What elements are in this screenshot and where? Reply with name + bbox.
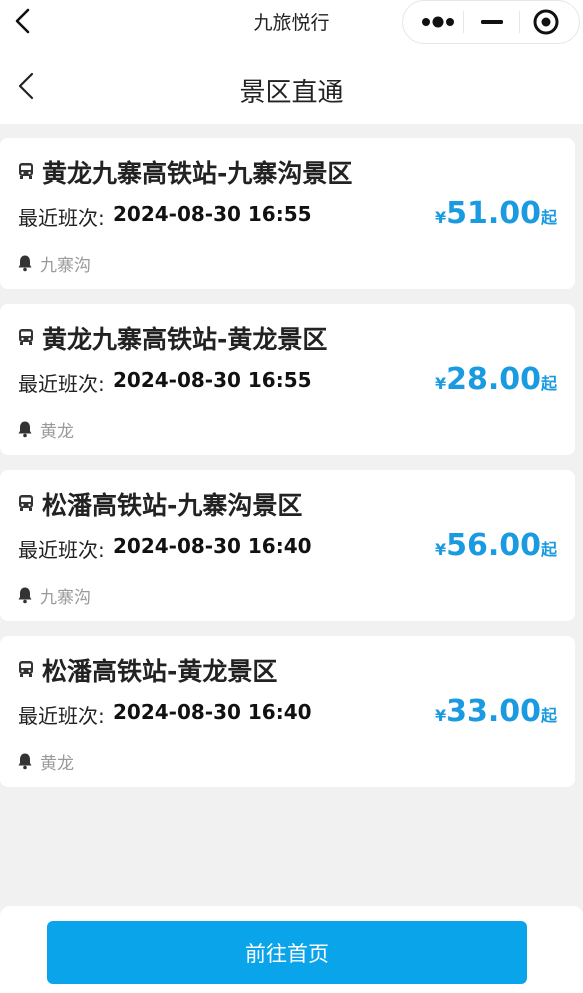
route-card[interactable]: 松潘高铁站-黄龙景区 最近班次: 2024-08-30 16:40 ¥33.00… (0, 636, 575, 787)
bell-icon (18, 421, 32, 438)
bell-icon (18, 753, 32, 770)
route-name: 松潘高铁站-九寨沟景区 (42, 491, 303, 520)
departure-label: 最近班次: (18, 206, 105, 230)
scenic-tag: 黄龙 (40, 754, 74, 774)
price-suffix: 起 (540, 540, 557, 559)
scenic-tag: 黄龙 (40, 422, 74, 442)
price-value: 56.00 (446, 528, 541, 563)
departure-label: 最近班次: (18, 538, 105, 562)
route-name: 黄龙九寨高铁站-九寨沟景区 (42, 159, 353, 188)
currency-symbol: ¥ (434, 706, 447, 725)
route-card[interactable]: 松潘高铁站-九寨沟景区 最近班次: 2024-08-30 16:40 ¥56.0… (0, 470, 575, 621)
route-card[interactable]: 黄龙九寨高铁站-黄龙景区 最近班次: 2024-08-30 16:55 ¥28.… (0, 304, 575, 455)
scenic-tag: 九寨沟 (40, 588, 91, 608)
bell-icon (18, 255, 32, 272)
departure-time: 2024-08-30 16:55 (113, 202, 312, 226)
bottom-bar: 前往首页 (0, 906, 583, 993)
price-suffix: 起 (540, 706, 557, 725)
price-value: 33.00 (446, 694, 541, 729)
bus-icon (19, 495, 33, 511)
mini-program-nav-bar: 九旅悦行 (0, 0, 583, 44)
more-dots-icon (422, 16, 454, 28)
departure-time: 2024-08-30 16:55 (113, 368, 312, 392)
capsule-menu (402, 0, 580, 44)
route-list: 黄龙九寨高铁站-九寨沟景区 最近班次: 2024-08-30 16:55 ¥51… (0, 138, 575, 802)
departure-label: 最近班次: (18, 704, 105, 728)
currency-symbol: ¥ (434, 374, 447, 393)
price-suffix: 起 (540, 374, 557, 393)
bus-icon (19, 661, 33, 677)
departure-time: 2024-08-30 16:40 (113, 700, 312, 724)
route-name: 黄龙九寨高铁站-黄龙景区 (42, 325, 328, 354)
go-home-button[interactable]: 前往首页 (47, 921, 527, 984)
currency-symbol: ¥ (434, 540, 447, 559)
bus-icon (19, 329, 33, 345)
page-header: 景区直通 (0, 44, 583, 124)
scenic-tag: 九寨沟 (40, 256, 91, 276)
price-suffix: 起 (540, 208, 557, 227)
close-target-icon (533, 9, 559, 35)
route-price: ¥28.00起 (435, 362, 557, 397)
minimize-button[interactable] (465, 1, 523, 43)
capsule-divider (463, 11, 464, 33)
route-price: ¥51.00起 (435, 196, 557, 231)
currency-symbol: ¥ (434, 208, 447, 227)
page-title: 景区直通 (239, 78, 344, 108)
route-card[interactable]: 黄龙九寨高铁站-九寨沟景区 最近班次: 2024-08-30 16:55 ¥51… (0, 138, 575, 289)
route-price: ¥56.00起 (435, 528, 557, 563)
close-button[interactable] (519, 1, 577, 43)
departure-time: 2024-08-30 16:40 (113, 534, 312, 558)
bus-icon (19, 163, 33, 179)
price-value: 28.00 (446, 362, 541, 397)
route-name: 松潘高铁站-黄龙景区 (42, 657, 278, 686)
route-price: ¥33.00起 (435, 694, 557, 729)
price-value: 51.00 (446, 196, 541, 231)
more-button[interactable] (407, 1, 465, 43)
departure-label: 最近班次: (18, 372, 105, 396)
minimize-icon (481, 20, 503, 24)
bell-icon (18, 587, 32, 604)
